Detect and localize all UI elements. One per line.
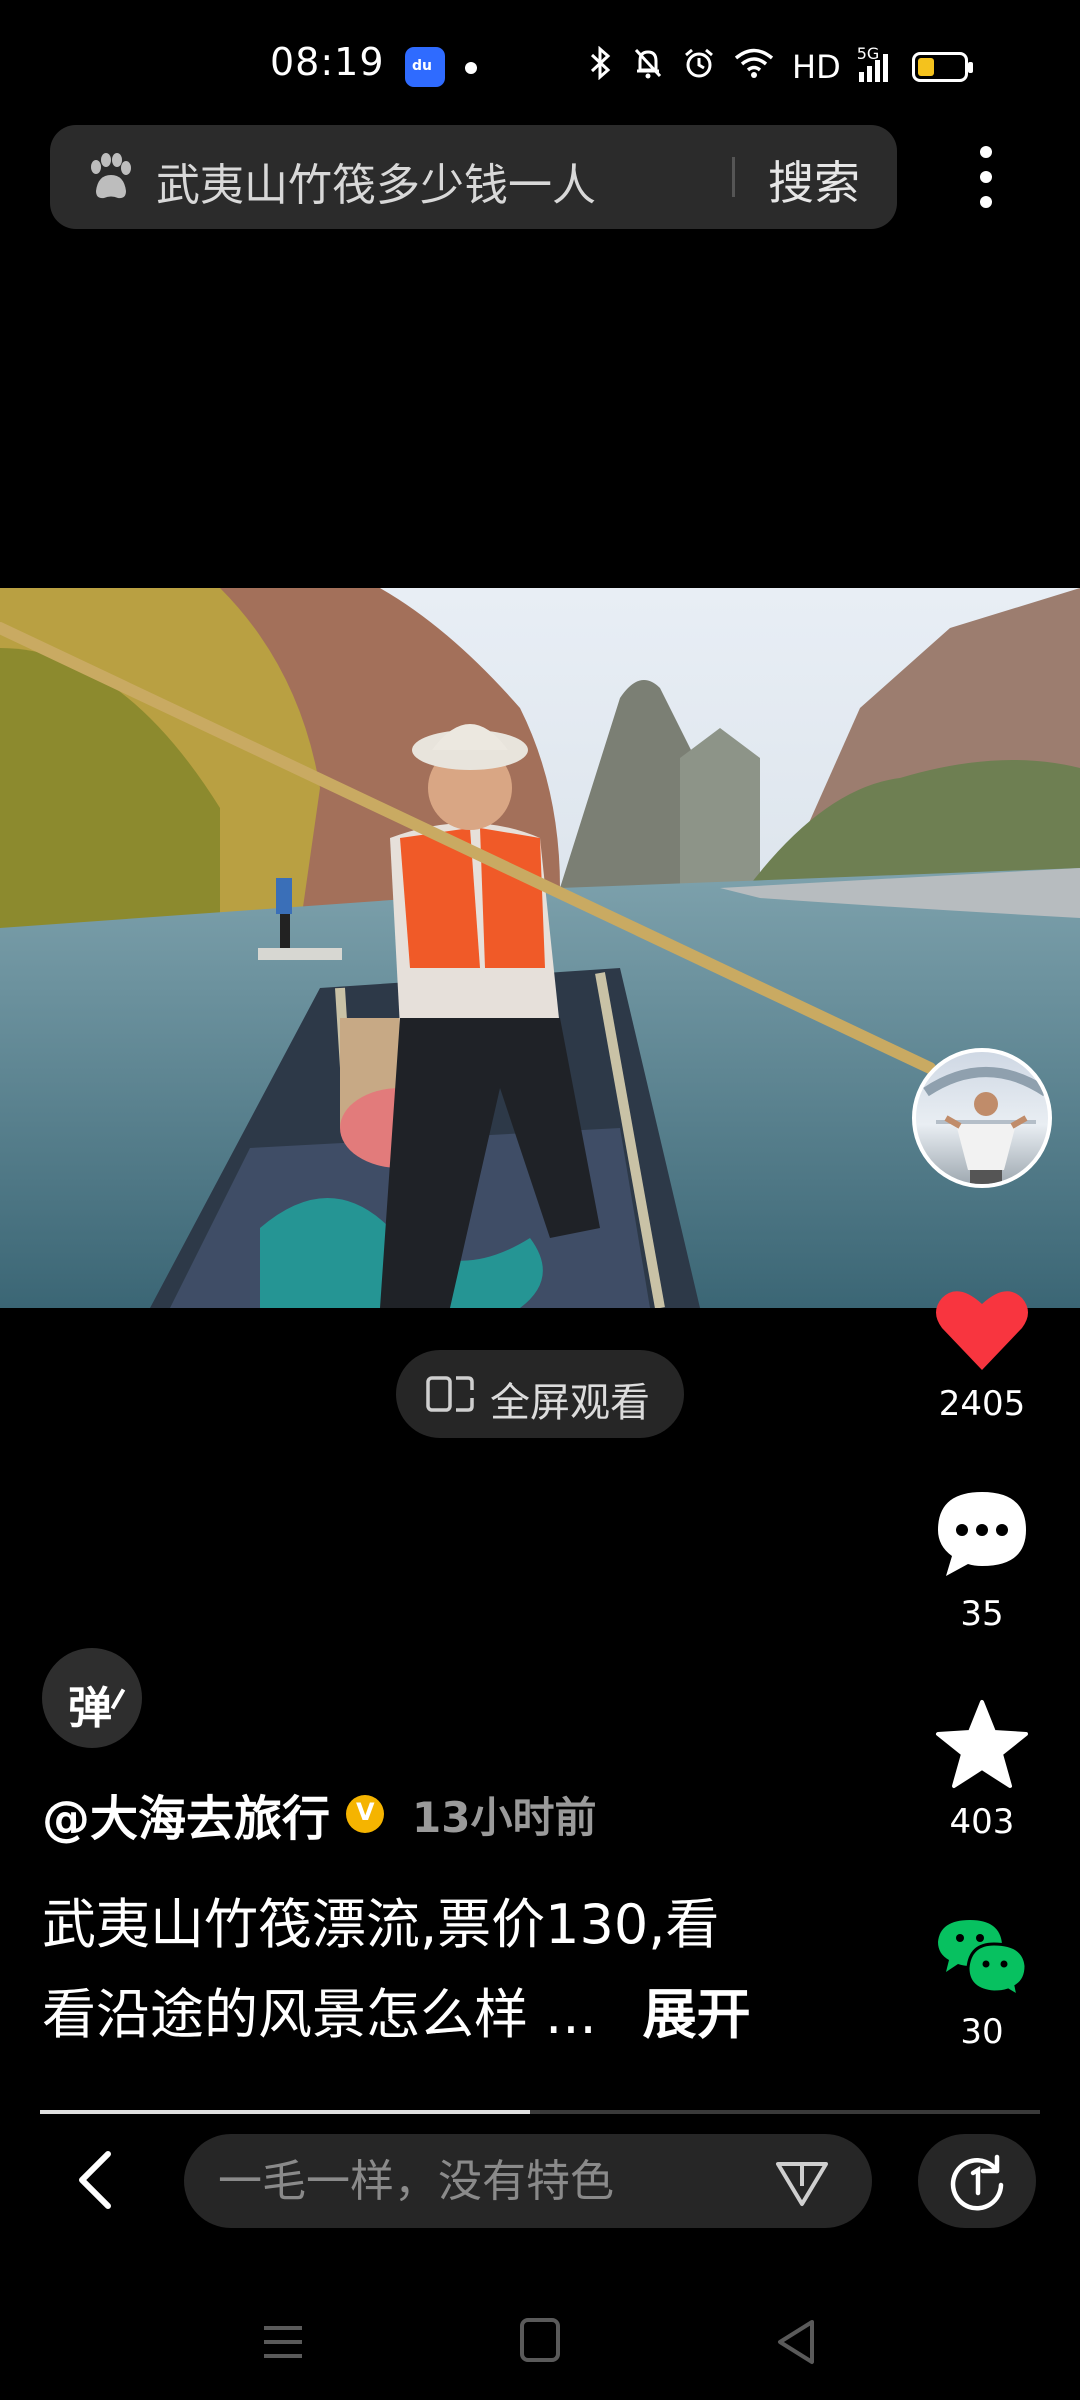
author-line: @大海去旅行 13小时前 xyxy=(42,1784,597,1847)
status-bar: 08:19 HD 5G xyxy=(0,0,1080,130)
fullscreen-label: 全屏观看 xyxy=(490,1380,650,1426)
favorite-star-icon[interactable] xyxy=(930,1694,1034,1798)
expand-button[interactable]: 展开 xyxy=(643,1983,751,2046)
favorite-count: 403 xyxy=(949,1802,1015,1842)
fullscreen-icon xyxy=(426,1376,474,1412)
video-progress-bar[interactable] xyxy=(40,2110,1040,2114)
video-frame xyxy=(0,588,1080,1308)
search-query[interactable]: 武夷山竹筏多少钱一人 xyxy=(156,149,596,213)
home-icon[interactable] xyxy=(520,2318,560,2362)
mute-bell-icon xyxy=(632,46,664,88)
status-time: 08:19 xyxy=(270,40,385,84)
replay-once-button[interactable] xyxy=(918,2134,1036,2228)
alarm-icon xyxy=(682,46,716,88)
5g-signal-icon: 5G xyxy=(857,44,888,82)
comment-input-bar[interactable] xyxy=(184,2134,872,2228)
fullscreen-button[interactable]: 全屏观看 xyxy=(396,1350,684,1438)
send-icon[interactable] xyxy=(774,2154,830,2210)
creator-avatar[interactable] xyxy=(912,1048,1052,1188)
notification-dot-icon xyxy=(465,62,477,74)
danmaku-label: 弹 xyxy=(68,1683,112,1734)
nav-back-icon[interactable] xyxy=(774,2318,818,2366)
comment-input[interactable] xyxy=(218,2150,778,2212)
baidu-app-icon xyxy=(405,47,445,87)
video-progress-fill xyxy=(40,2110,530,2114)
post-description: 武夷山竹筏漂流,票价130,看 看沿途的风景怎么样 ... 展开 xyxy=(42,1880,882,2060)
battery-icon xyxy=(911,52,973,82)
wechat-share-icon[interactable] xyxy=(930,1904,1034,2008)
recent-apps-icon[interactable] xyxy=(262,2322,304,2362)
description-line-2: 看沿途的风景怎么样 ... xyxy=(42,1983,597,2046)
like-count: 2405 xyxy=(938,1384,1026,1424)
danmaku-toggle[interactable]: 弹 xyxy=(42,1648,142,1748)
search-bar[interactable]: 武夷山竹筏多少钱一人 搜索 xyxy=(50,125,897,229)
replay-once-icon xyxy=(950,2154,1004,2211)
author-name[interactable]: @大海去旅行 xyxy=(42,1779,330,1849)
system-nav-bar xyxy=(0,2290,1080,2400)
hd-label: HD xyxy=(792,48,841,86)
more-menu-icon[interactable] xyxy=(966,140,1006,216)
comment-bubble-icon[interactable] xyxy=(930,1482,1034,1586)
search-divider xyxy=(732,157,735,197)
status-icons: HD 5G xyxy=(588,44,973,90)
wifi-icon xyxy=(734,47,774,87)
video-player[interactable] xyxy=(0,588,1080,1308)
description-line-1: 武夷山竹筏漂流,票价130,看 xyxy=(42,1893,720,1956)
bluetooth-icon xyxy=(588,45,614,88)
back-arrow-icon[interactable] xyxy=(70,2148,120,2212)
post-time: 13小时前 xyxy=(412,1792,597,1842)
verified-badge-icon xyxy=(346,1795,385,1833)
share-count: 30 xyxy=(960,2012,1004,2052)
like-heart-icon[interactable] xyxy=(930,1278,1034,1382)
baidu-paw-icon xyxy=(91,153,131,199)
comment-count: 35 xyxy=(960,1594,1004,1634)
search-button[interactable]: 搜索 xyxy=(768,147,860,213)
